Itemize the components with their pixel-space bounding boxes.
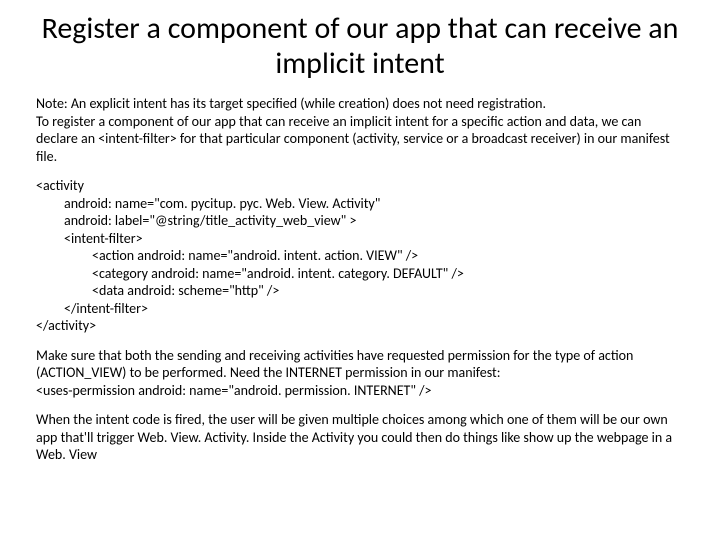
code-line: </activity> (36, 317, 684, 335)
permission-text: Make sure that both the sending and rece… (36, 347, 633, 382)
code-line: <intent-filter> (36, 230, 684, 248)
intro-paragraph: Note: An explicit intent has its target … (36, 95, 684, 165)
code-line: android: label="@string/title_activity_w… (36, 212, 684, 230)
closing-paragraph: When the intent code is fired, the user … (36, 411, 684, 464)
manifest-code-block: <activity android: name="com. pycitup. p… (36, 177, 684, 335)
permission-paragraph: Make sure that both the sending and rece… (36, 347, 684, 400)
register-description: To register a component of our app that … (36, 113, 670, 165)
slide-title: Register a component of our app that can… (36, 12, 684, 81)
slide: Register a component of our app that can… (0, 0, 720, 464)
code-line: <category android: name="android. intent… (36, 265, 684, 283)
code-line: <action android: name="android. intent. … (36, 247, 684, 265)
code-line: <data android: scheme="http" /> (36, 282, 684, 300)
code-line: <activity (36, 177, 684, 195)
code-line: android: name="com. pycitup. pyc. Web. V… (36, 195, 684, 213)
slide-body: Note: An explicit intent has its target … (36, 95, 684, 464)
uses-permission-line: <uses-permission android: name="android.… (36, 382, 432, 399)
code-line: </intent-filter> (36, 300, 684, 318)
note-line: Note: An explicit intent has its target … (36, 95, 546, 112)
